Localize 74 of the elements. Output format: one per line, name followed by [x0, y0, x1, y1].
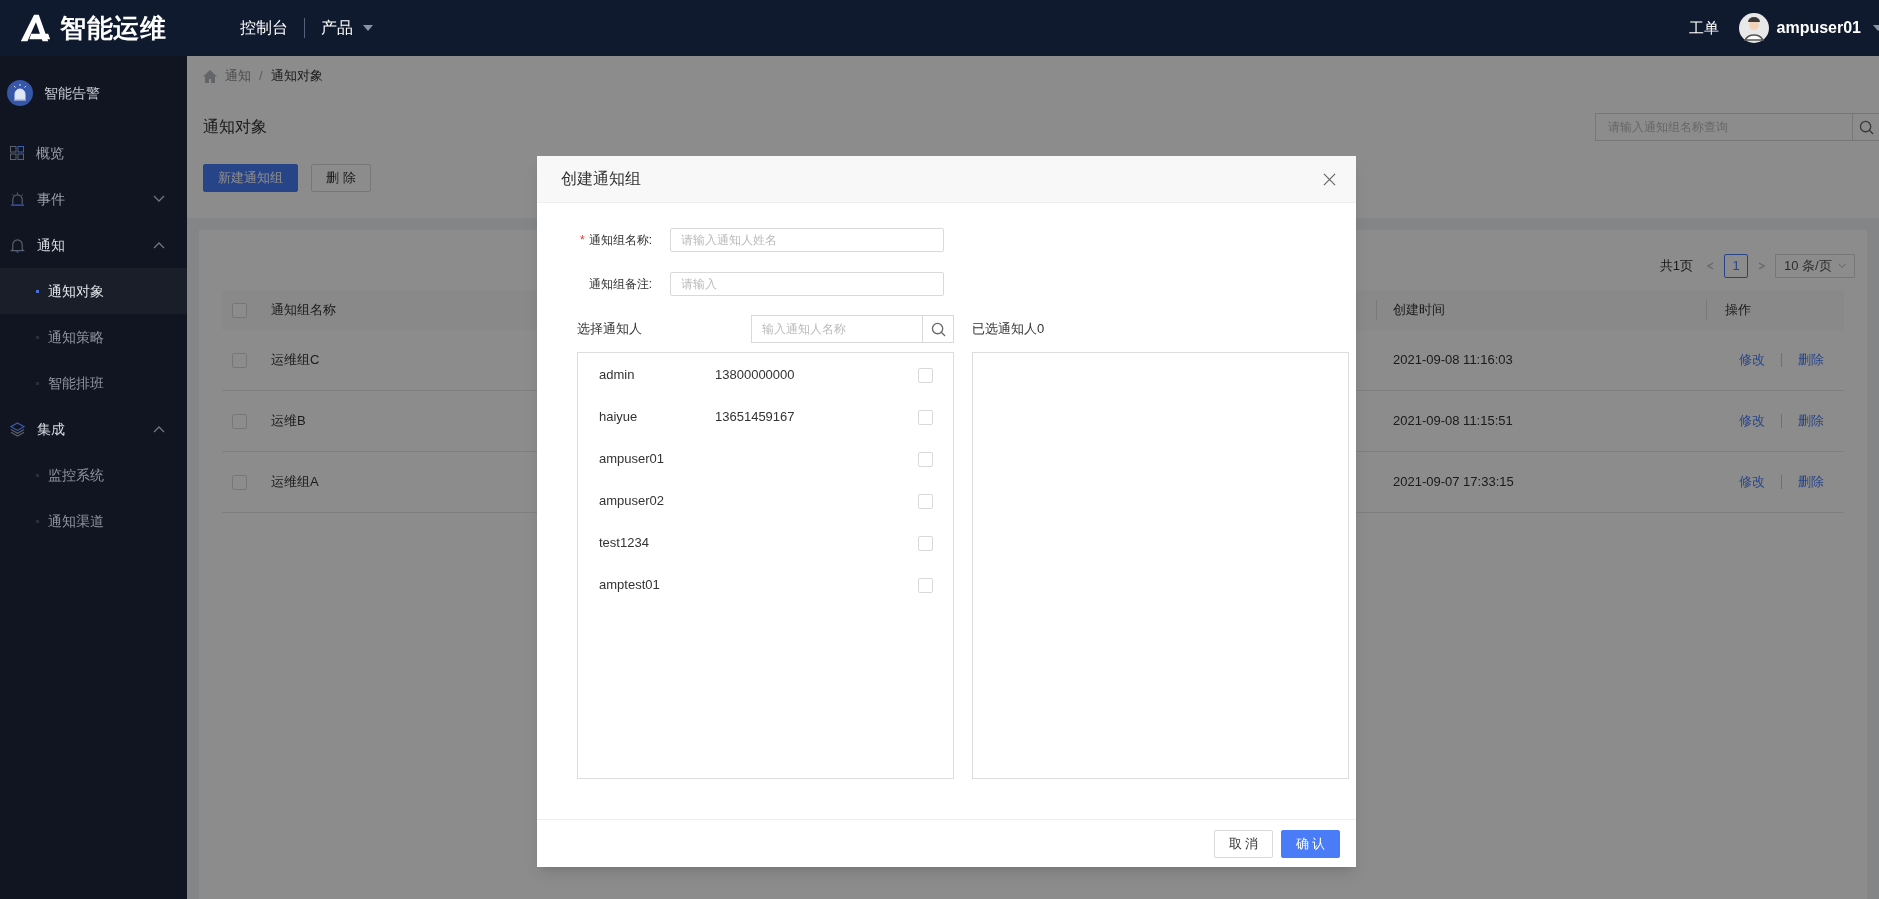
logo-text: 智能运维 — [60, 11, 167, 45]
menu-item[interactable]: 概览 — [0, 130, 187, 176]
submenu-item[interactable]: 智能排班 — [0, 360, 187, 406]
alarm-icon — [10, 191, 25, 207]
search-icon[interactable] — [1859, 119, 1874, 135]
checkbox[interactable] — [918, 409, 933, 425]
nav-link[interactable]: 产品 — [321, 16, 373, 40]
phone-number: 13800000000 — [715, 366, 796, 385]
alarm-icon — [7, 80, 33, 106]
table-cell: 2021-09-08 11:15:51 — [1393, 413, 1513, 429]
breadcrumb-link[interactable]: 通知对象 — [270, 66, 323, 86]
checkbox[interactable] — [918, 451, 933, 467]
table-cell: 运维组A — [271, 474, 319, 490]
bell-icon — [10, 237, 25, 253]
column-header: 创建时间 — [1393, 301, 1445, 320]
checkbox[interactable] — [918, 493, 933, 509]
list-item[interactable]: haiyue 13651459167 — [578, 396, 953, 438]
list-item[interactable]: amptest01 — [578, 564, 953, 606]
list-item[interactable]: ampuser01 — [578, 438, 953, 480]
column-header: 通知组名称 — [271, 302, 336, 318]
previous-page-icon[interactable] — [1707, 262, 1714, 270]
list-item[interactable]: test1234 — [578, 522, 953, 564]
menu-item[interactable]: 集成 — [0, 406, 187, 452]
menu-item[interactable]: 事件 — [0, 176, 187, 222]
chevron-icon — [153, 195, 165, 203]
nav-link[interactable]: 控制台 — [240, 16, 288, 40]
menu-item[interactable]: 通知 — [0, 222, 187, 268]
section-label: 已选通知人0 — [972, 320, 1045, 339]
close-icon[interactable] — [1323, 172, 1336, 186]
table-cell: 运维B — [271, 413, 306, 429]
dialog-title: 创建通知组 — [561, 169, 641, 189]
app-title: 智能告警 — [44, 83, 100, 103]
phone-number: 13651459167 — [715, 408, 796, 427]
submenu-item[interactable]: 通知对象 — [0, 268, 187, 314]
username[interactable]: ampuser01 — [1776, 16, 1861, 40]
button[interactable]: 确 认 — [1281, 829, 1340, 858]
submenu-item[interactable]: 通知策略 — [0, 314, 187, 360]
page-count: 共1页 — [1659, 257, 1693, 276]
page-size-select[interactable]: 10 条/页 — [1775, 254, 1855, 278]
table-cell: 2021-09-08 11:16:03 — [1393, 352, 1513, 368]
search-button[interactable] — [923, 315, 954, 343]
grid-icon — [10, 146, 24, 160]
breadcrumb-separator: / — [259, 67, 263, 86]
avatar[interactable] — [1738, 13, 1769, 43]
home-icon[interactable] — [203, 69, 217, 83]
button[interactable]: 删 除 — [311, 164, 371, 192]
table-cell: 2021-09-07 17:33:15 — [1393, 474, 1514, 490]
checkbox[interactable] — [918, 577, 933, 593]
list-item[interactable]: ampuser02 — [578, 480, 953, 522]
submenu-item[interactable]: 通知渠道 — [0, 498, 187, 544]
section-label: 选择通知人 — [577, 320, 642, 339]
search-button[interactable] — [1853, 113, 1879, 141]
field-label: 通知组备注: — [588, 276, 652, 293]
checkbox[interactable] — [918, 535, 933, 551]
work-order-link[interactable]: 工单 — [1688, 16, 1719, 40]
page-title: 通知对象 — [203, 117, 267, 137]
layers-icon — [10, 421, 25, 437]
search-icon[interactable] — [930, 321, 946, 337]
chevron-icon — [153, 241, 165, 249]
list-item[interactable]: admin 13800000000 — [578, 354, 953, 396]
button[interactable]: 取 消 — [1214, 829, 1273, 858]
field-label: 通知组名称: — [588, 232, 652, 249]
search-field[interactable]: 输入通知人名称 — [751, 315, 923, 343]
table-cell: 运维组C — [271, 352, 320, 368]
chevron-icon — [1837, 262, 1846, 270]
column-header: 操作 — [1725, 301, 1751, 320]
required-mark: * — [580, 232, 585, 249]
next-page-icon[interactable] — [1758, 262, 1765, 270]
checkbox[interactable] — [918, 367, 933, 383]
submenu-item[interactable]: 监控系统 — [0, 452, 187, 498]
input-field[interactable]: 请输入 — [670, 272, 944, 296]
input-field[interactable]: 请输入通知人姓名 — [670, 228, 944, 252]
chevron-icon — [153, 425, 165, 433]
caret-icon — [363, 25, 373, 31]
